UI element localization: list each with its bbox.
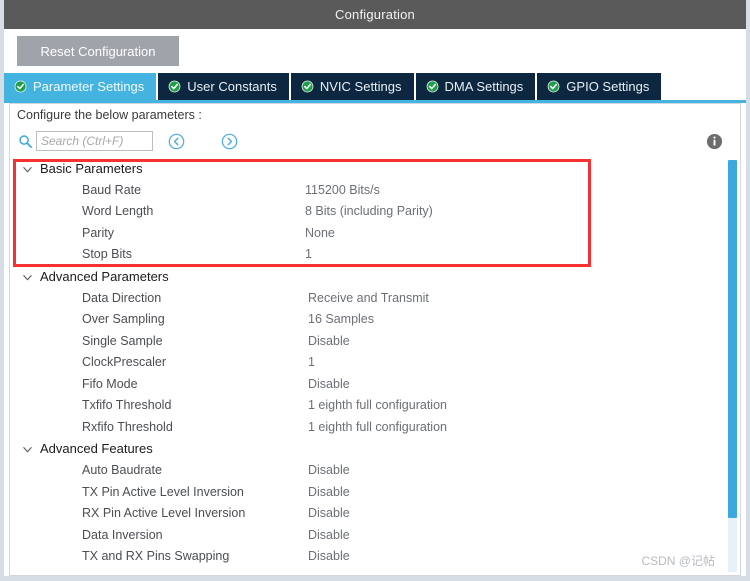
search-input[interactable] (36, 131, 153, 151)
parameter-row[interactable]: ClockPrescaler 1 (10, 352, 740, 374)
parameter-value[interactable]: Disable (308, 506, 350, 520)
info-icon[interactable] (706, 133, 723, 150)
parameter-row[interactable]: TX Pin Active Level Inversion Disable (10, 481, 740, 503)
group-header-advanced-features[interactable]: Advanced Features (10, 438, 740, 460)
parameter-value[interactable]: 1 eighth full configuration (308, 420, 447, 434)
parameter-value[interactable]: 16 Samples (308, 312, 374, 326)
configure-hint-text: Configure the below parameters : (17, 107, 202, 122)
check-circle-icon (547, 80, 560, 93)
parameter-row[interactable]: RX Pin Active Level Inversion Disable (10, 503, 740, 525)
parameter-label: Over Sampling (82, 312, 165, 327)
tab-gpio-settings[interactable]: GPIO Settings (537, 73, 664, 100)
parameter-row[interactable]: Txfifo Threshold 1 eighth full configurat… (10, 395, 740, 417)
tab-label: Parameter Settings (33, 79, 145, 94)
group-header-advanced-parameters[interactable]: Advanced Parameters (10, 265, 740, 287)
parameter-value[interactable]: Disable (308, 528, 350, 542)
tab-label: GPIO Settings (566, 79, 650, 94)
parameter-row[interactable]: Fifo Mode Disable (10, 373, 740, 395)
parameter-value[interactable]: 115200 Bits/s (305, 183, 380, 197)
parameter-value[interactable]: 1 (308, 355, 315, 369)
chevron-down-icon[interactable] (22, 163, 33, 174)
parameter-row[interactable]: TX and RX Pins Swapping Disable (10, 546, 740, 568)
parameter-label: ClockPrescaler (82, 355, 167, 370)
parameter-row[interactable]: Word Length 8 Bits (including Parity) (10, 201, 740, 223)
parameter-label: Word Length (82, 204, 154, 219)
watermark: CSDN @记帖 (641, 554, 715, 568)
group-rows: Data Direction Receive and Transmit Over S… (10, 287, 740, 438)
check-circle-icon (168, 80, 181, 93)
parameter-value[interactable]: Disable (308, 377, 350, 391)
settings-tabstrip: Parameter Settings User Constants NVIC Set… (4, 73, 746, 101)
parameter-row[interactable]: Data Inversion Disable (10, 524, 740, 546)
parameter-label: Rxfifo Threshold (82, 419, 173, 434)
tab-label: NVIC Settings (319, 79, 402, 94)
parameter-value[interactable]: 8 Bits (including Parity) (305, 204, 433, 218)
parameter-row[interactable]: Parity None (10, 222, 740, 244)
parameter-label: Single Sample (82, 333, 163, 348)
group-title: Advanced Features (40, 441, 153, 456)
parameter-list: Basic Parameters Baud Rate 115200 Bits/s Wo… (9, 157, 741, 576)
parameter-label: TX Pin Active Level Inversion (82, 484, 244, 499)
window-title: Configuration (335, 7, 415, 22)
parameter-row[interactable]: Data Direction Receive and Transmit (10, 287, 740, 309)
search-icon (18, 134, 33, 149)
tab-nvic-settings[interactable]: NVIC Settings (290, 73, 416, 100)
parameter-label: Data Inversion (82, 527, 163, 542)
toolbar: Reset Configuration (4, 29, 746, 73)
tab-parameter-settings[interactable]: Parameter Settings (4, 73, 159, 100)
group-title: Advanced Parameters (40, 268, 169, 284)
search-previous-button[interactable] (168, 133, 185, 150)
parameter-row[interactable]: Auto Baudrate Disable (10, 460, 740, 482)
parameter-row[interactable]: Baud Rate 115200 Bits/s (10, 179, 740, 201)
parameter-value[interactable]: Disable (308, 485, 350, 499)
parameter-value[interactable]: Disable (308, 463, 350, 477)
parameter-label: Stop Bits (82, 247, 133, 262)
parameter-value[interactable]: None (305, 226, 335, 240)
parameter-label: Txfifo Threshold (82, 398, 172, 413)
window-titlebar: Configuration (4, 0, 746, 29)
parameter-label: Data Direction (82, 290, 162, 305)
check-circle-icon (14, 80, 27, 93)
parameter-label: RX Pin Active Level Inversion (82, 506, 246, 521)
tab-label: DMA Settings (444, 79, 524, 94)
search-toolbar (9, 125, 741, 157)
tab-label: User Constants (187, 79, 277, 94)
parameter-row[interactable]: Rxfifo Threshold 1 eighth full configurat… (10, 416, 740, 438)
parameter-label: Baud Rate (82, 182, 142, 197)
group-rows: Auto Baudrate Disable TX Pin Active Level … (10, 460, 740, 568)
tab-dma-settings[interactable]: DMA Settings (415, 73, 538, 100)
configuration-window: Configuration Reset Configuration Parame… (0, 0, 750, 581)
parameter-label: TX and RX Pins Swapping (82, 549, 230, 564)
parameter-label: Parity (82, 225, 114, 240)
tab-user-constants[interactable]: User Constants (158, 73, 291, 100)
parameter-label: Auto Baudrate (82, 463, 162, 478)
check-circle-icon (426, 80, 439, 93)
parameter-value[interactable]: 1 eighth full configuration (308, 398, 447, 412)
parameter-value[interactable]: Disable (308, 334, 350, 348)
parameter-value[interactable]: Disable (308, 549, 350, 563)
group-rows: Baud Rate 115200 Bits/s Word Length 8 Bits … (10, 179, 740, 265)
configure-hint-row: Configure the below parameters : (9, 103, 741, 125)
parameter-row[interactable]: Over Sampling 16 Samples (10, 309, 740, 331)
chevron-down-icon[interactable] (22, 443, 33, 454)
chevron-down-icon[interactable] (22, 271, 33, 282)
parameter-row[interactable]: Stop Bits 1 (10, 244, 740, 266)
reset-configuration-button[interactable]: Reset Configuration (17, 36, 179, 66)
group-title: Basic Parameters (40, 160, 143, 176)
parameter-label: Fifo Mode (82, 376, 138, 391)
group-header-basic-parameters[interactable]: Basic Parameters (10, 157, 740, 179)
parameter-value[interactable]: Receive and Transmit (308, 291, 429, 305)
check-circle-icon (301, 80, 314, 93)
vertical-scrollbar-thumb[interactable] (728, 160, 737, 518)
search-next-button[interactable] (221, 133, 238, 150)
parameter-row[interactable]: Single Sample Disable (10, 330, 740, 352)
parameter-value[interactable]: 1 (305, 247, 312, 261)
